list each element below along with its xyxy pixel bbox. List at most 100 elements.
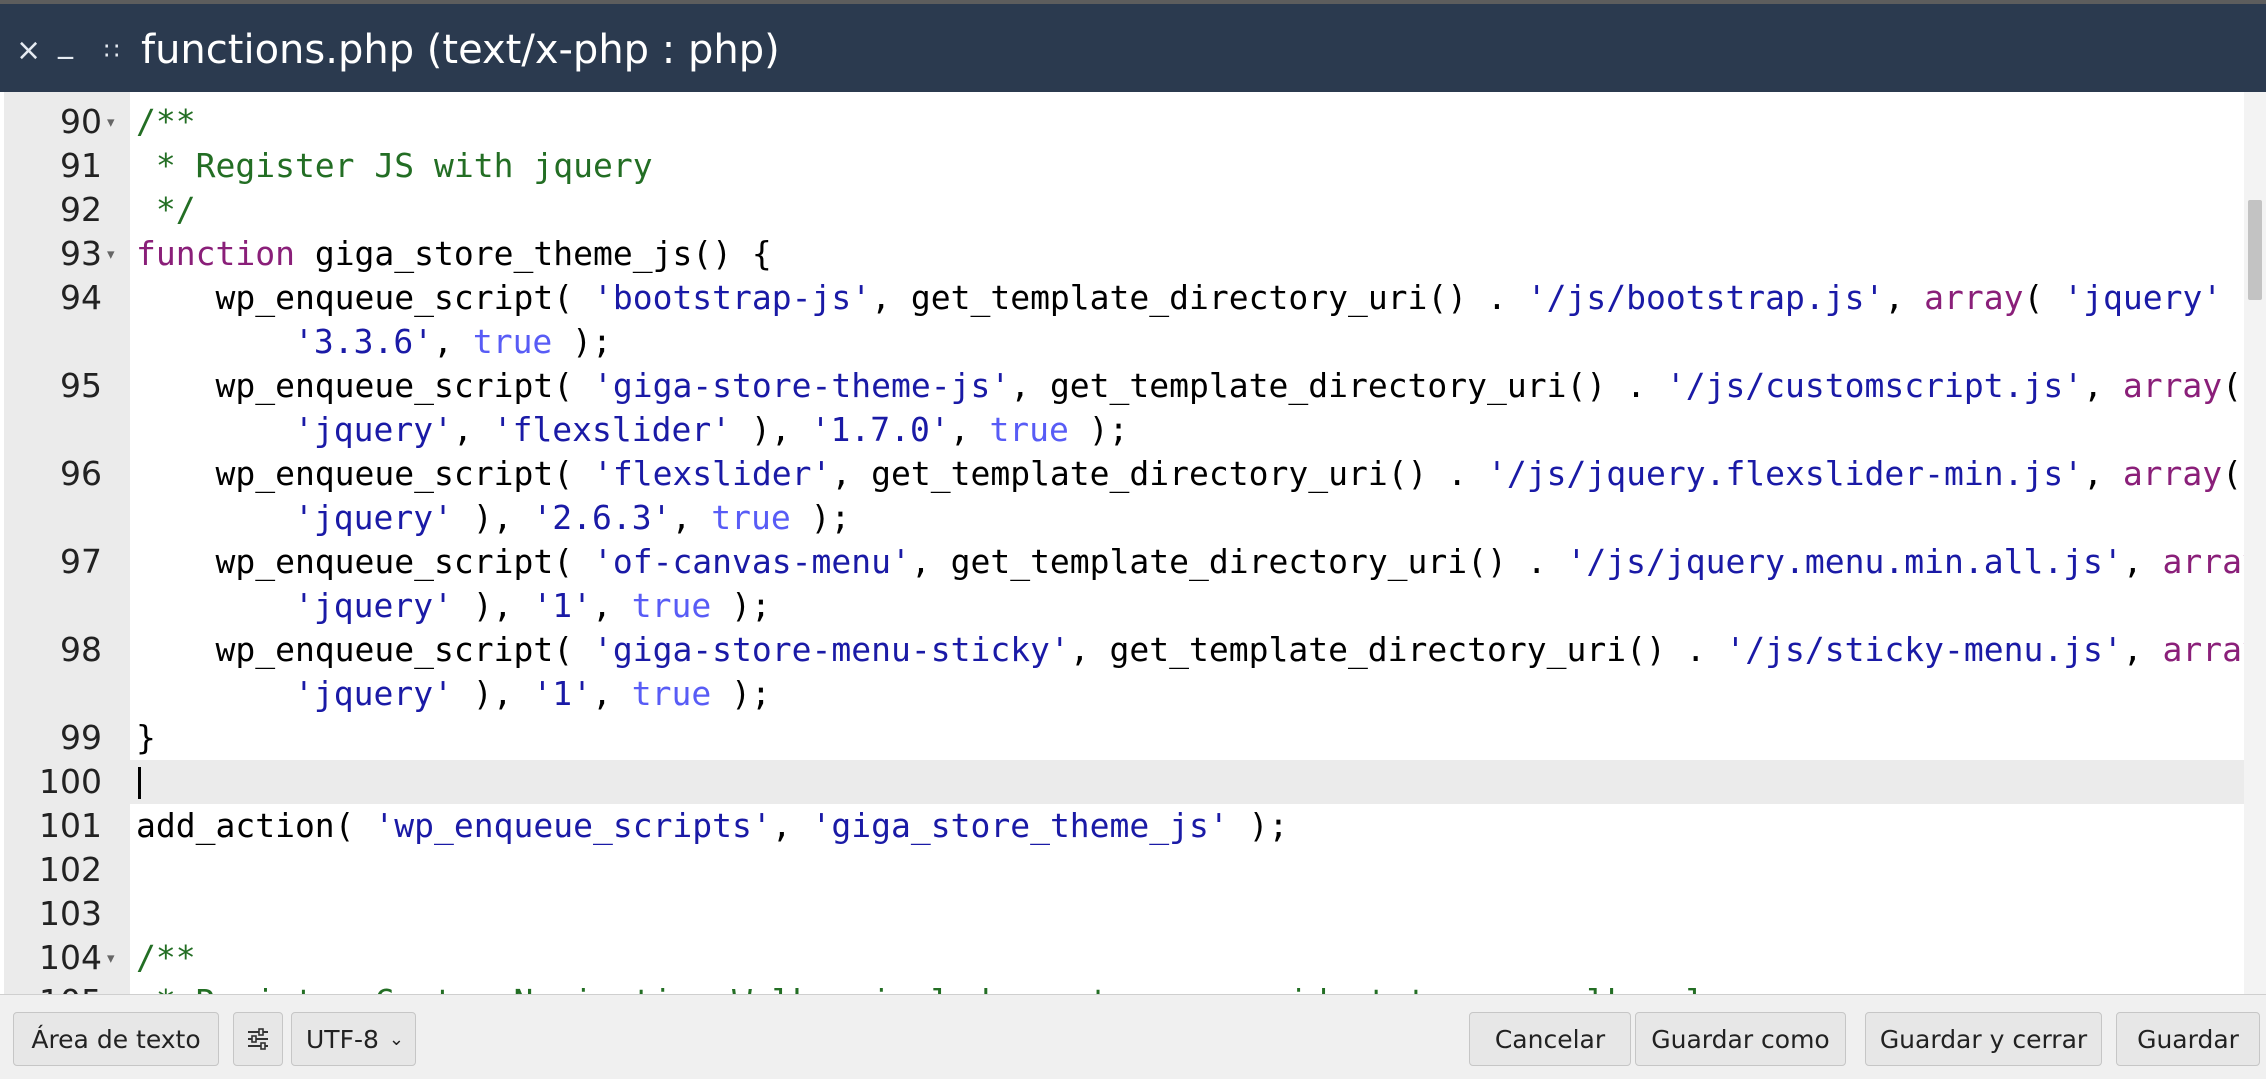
line-number: 94: [60, 278, 102, 317]
code-token-plain: ,: [2122, 630, 2163, 669]
minimize-icon[interactable]: _: [58, 4, 86, 92]
code-token-plain: ,: [671, 498, 712, 537]
code-token-string: 'jquery': [294, 674, 453, 713]
code-token-string: 'giga_store_theme_js': [811, 806, 1229, 845]
code-token-comment: /**: [136, 102, 196, 141]
code-token-plain: ),: [452, 586, 533, 625]
code-text: * Register JS with jquery: [136, 144, 2244, 188]
encoding-value: UTF-8: [306, 1024, 379, 1054]
code-token-plain: ,: [592, 674, 632, 713]
code-line[interactable]: 101 add_action( 'wp_enqueue_scripts', 'gi…: [4, 804, 2244, 848]
code-text: */: [136, 188, 2244, 232]
line-number: 101: [39, 806, 102, 845]
drag-handle-icon[interactable]: ∷: [104, 4, 126, 92]
code-token-comment: * Register Custom Navigation Walker incl…: [136, 982, 1765, 994]
code-token-plain: ,: [2122, 542, 2163, 581]
code-token-boolean: true: [989, 410, 1069, 449]
code-token-plain: ,: [2083, 366, 2123, 405]
vertical-scrollbar[interactable]: [2244, 92, 2266, 994]
code-line[interactable]: 100: [4, 760, 2244, 804]
code-line[interactable]: 98 wp_enqueue_script( 'giga-store-menu-s…: [4, 628, 2266, 716]
line-number: 96: [60, 454, 102, 493]
code-token-string: 'jquery': [2063, 278, 2223, 317]
code-lines: 90 ▾/** 91 * Register JS with jquery 92 */9…: [4, 100, 2266, 994]
code-token-plain: wp_enqueue_script(: [136, 366, 593, 405]
fold-toggle-icon[interactable]: ▾: [107, 232, 115, 276]
line-number: 104: [39, 938, 102, 977]
code-text: wp_enqueue_script( 'flexslider', get_tem…: [136, 452, 2244, 540]
code-token-string: '/js/bootstrap.js': [1526, 278, 1885, 317]
code-token-plain: ,: [2083, 454, 2123, 493]
code-token-plain: }: [136, 718, 156, 757]
sliders-icon: [248, 1028, 268, 1050]
save-as-button[interactable]: Guardar como: [1635, 1012, 1846, 1066]
code-token-plain: , get_template_directory_uri() .: [1069, 630, 1726, 669]
code-line[interactable]: 93 ▾ function giga_store_theme_js() {: [4, 232, 2244, 276]
wrapped-continuation: '3.3.6', true );: [136, 320, 2244, 364]
code-token-plain: wp_enqueue_script(: [136, 278, 593, 317]
code-text: /**: [136, 100, 2244, 144]
code-line[interactable]: 102: [4, 848, 2244, 892]
code-editor[interactable]: 90 ▾/** 91 * Register JS with jquery 92 */9…: [4, 92, 2266, 994]
code-token-plain: , get_template_directory_uri() .: [871, 278, 1527, 317]
window-title: functions.php (text/x-php : php): [141, 27, 780, 73]
line-number: 91: [60, 146, 102, 185]
code-line[interactable]: 94 wp_enqueue_script( 'bootstrap-js', ge…: [4, 276, 2266, 364]
code-token-boolean: true: [711, 498, 791, 537]
editor-titlebar: × _ ∷ functions.php (text/x-php : php): [0, 4, 2266, 92]
code-line[interactable]: 95 wp_enqueue_script( 'giga-store-theme-…: [4, 364, 2244, 452]
code-line[interactable]: 103: [4, 892, 2244, 936]
line-number: 98: [60, 630, 102, 669]
close-icon[interactable]: ×: [16, 4, 44, 92]
line-number: 95: [60, 366, 102, 405]
save-button[interactable]: Guardar: [2116, 1012, 2260, 1066]
code-token-boolean: true: [472, 322, 553, 361]
code-token-plain: );: [711, 586, 771, 625]
cancel-button[interactable]: Cancelar: [1469, 1012, 1631, 1066]
code-token-string: 'flexslider': [492, 410, 732, 449]
code-token-comment: */: [136, 190, 196, 229]
code-token-string: 'bootstrap-js': [592, 278, 872, 317]
code-token-string: '1.7.0': [810, 410, 950, 449]
scrollbar-thumb[interactable]: [2248, 200, 2262, 300]
code-token-plain: );: [1228, 806, 1289, 845]
code-token-string: '/js/sticky-menu.js': [1725, 630, 2123, 669]
code-token-string: 'jquery': [294, 498, 453, 537]
code-token-plain: ,: [452, 410, 493, 449]
code-token-comment: /**: [136, 938, 196, 977]
save-and-close-button[interactable]: Guardar y cerrar: [1865, 1012, 2102, 1066]
code-token-plain: ),: [731, 410, 811, 449]
code-text: wp_enqueue_script( 'bootstrap-js', get_t…: [136, 276, 2266, 364]
code-token-string: 'giga-store-theme-js': [592, 366, 1011, 405]
code-text: /**: [136, 936, 2244, 980]
code-token-string: '1': [532, 586, 593, 625]
wrapped-continuation: 'jquery' ), '1', true );: [136, 584, 2244, 628]
fold-toggle-icon[interactable]: ▾: [107, 100, 115, 144]
code-token-boolean: true: [631, 674, 712, 713]
editor-settings-button[interactable]: [233, 1012, 283, 1066]
line-number: 97: [60, 542, 102, 581]
encoding-select[interactable]: UTF-8 ⌄: [291, 1012, 416, 1066]
code-token-keyword: array: [1924, 278, 2024, 317]
code-line[interactable]: 99}: [4, 716, 2244, 760]
code-line[interactable]: 90 ▾ /**: [4, 100, 2244, 144]
code-token-plain: );: [790, 498, 851, 537]
code-token-plain: (: [2222, 366, 2243, 405]
code-line[interactable]: 91 * Register JS with jquery: [4, 144, 2244, 188]
code-token-plain: ,: [949, 410, 990, 449]
code-token-comment: * Register JS with jquery: [136, 146, 653, 185]
code-token-string: 'wp_enqueue_scripts': [374, 806, 772, 845]
code-line[interactable]: 104 ▾ /**: [4, 936, 2244, 980]
code-line[interactable]: 92 */: [4, 188, 2244, 232]
fold-toggle-icon[interactable]: ▾: [107, 936, 115, 980]
code-token-string: '/js/customscript.js': [1665, 366, 2084, 405]
textarea-mode-button[interactable]: Área de texto: [13, 1012, 219, 1066]
code-line[interactable]: 105 * Register Custom Navigation Walker …: [4, 980, 2244, 994]
code-line[interactable]: 97 wp_enqueue_script( 'of-canvas-menu', …: [4, 540, 2266, 628]
editor-footer: Área de texto UTF-8 ⌄ Cancelar Guardar c…: [0, 994, 2266, 1079]
line-number: 103: [39, 894, 102, 933]
code-line[interactable]: 96 wp_enqueue_script( 'flexslider', get_…: [4, 452, 2244, 540]
text-cursor: [138, 767, 141, 799]
code-token-plain: (: [2023, 278, 2064, 317]
wrapped-continuation: 'jquery' ), '2.6.3', true );: [136, 496, 2244, 540]
